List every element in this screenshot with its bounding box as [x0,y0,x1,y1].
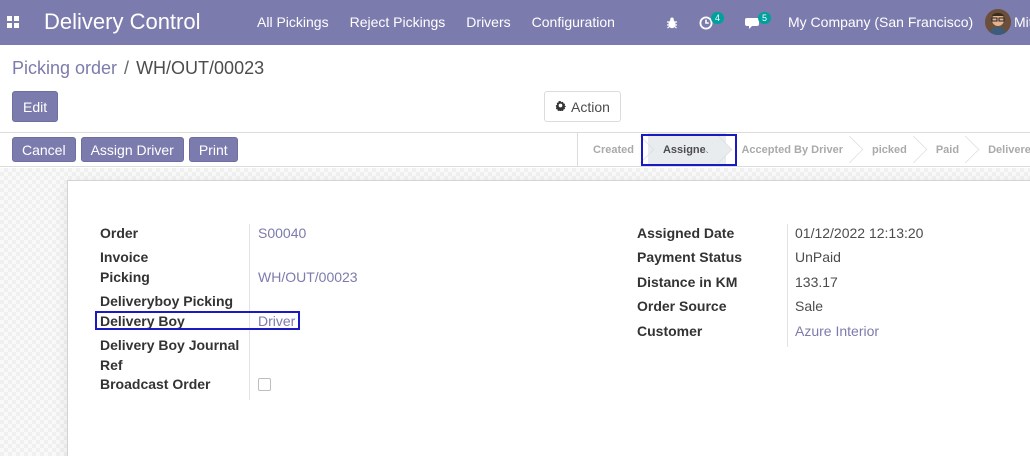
company-switcher[interactable]: My Company (San Francisco) [788,14,973,30]
distance-value: 133.17 [795,274,838,290]
picking-value-link[interactable]: WH/OUT/00023 [258,269,358,285]
distance-label: Distance in KM [637,274,738,290]
stage-picked[interactable]: picked [857,133,921,166]
stage-assigned[interactable]: Assigned [647,133,727,166]
message-count-badge: 5 [758,12,772,24]
order-label: Order [100,225,139,241]
menu-reject-pickings[interactable]: Reject Pickings [350,14,446,30]
messages-chat-icon[interactable] [745,0,761,45]
status-stages: Created Assigned Accepted By Driver pick… [577,133,1030,166]
activity-count-badge: 4 [711,12,725,24]
cancel-button[interactable]: Cancel [12,137,76,162]
debug-bug-icon[interactable] [665,0,679,45]
delivery-boy-label: Delivery Boy [100,313,185,329]
customer-label: Customer [637,323,703,339]
main-menu: All Pickings Reject Pickings Drivers Con… [257,14,636,30]
delivery-boy-value-link[interactable]: Driver [258,313,295,329]
order-source-value: Sale [795,298,824,314]
payment-status-label: Payment Status [637,249,743,265]
picking-label: Picking [100,269,150,285]
menu-configuration[interactable]: Configuration [532,14,615,30]
apps-menu-icon[interactable] [7,16,19,28]
top-navbar: Delivery Control All Pickings Reject Pic… [0,0,1030,45]
assign-driver-button[interactable]: Assign Driver [80,137,184,162]
activity-clock-icon[interactable] [699,0,713,45]
print-button[interactable]: Print [188,137,238,162]
payment-status-value: UnPaid [795,249,841,265]
stage-accepted-by-driver[interactable]: Accepted By Driver [726,133,857,166]
app-brand[interactable]: Delivery Control [44,9,201,35]
order-value-link[interactable]: S00040 [258,225,306,241]
form-sheet [67,180,1030,456]
edit-button[interactable]: Edit [12,91,59,122]
breadcrumb-current: WH/OUT/00023 [136,58,265,78]
journal-label: Delivery Boy Journal [100,337,240,353]
journal-label-ref: Ref [100,357,123,373]
header-buttons: Cancel Assign Driver Print [12,137,243,162]
action-label: Action [571,98,610,115]
right-group-divider [787,224,788,347]
stage-created[interactable]: Created [578,133,648,166]
menu-all-pickings[interactable]: All Pickings [257,14,329,30]
user-avatar[interactable] [985,9,1011,35]
form-statusbar: Cancel Assign Driver Print Created Assig… [0,132,1030,167]
broadcast-order-label: Broadcast Order [100,376,211,392]
user-menu[interactable]: Mit [1014,14,1030,30]
stage-paid[interactable]: Paid [921,133,973,166]
stage-delivered[interactable]: Delivered [973,133,1030,166]
left-group-divider [249,224,250,400]
invoice-label: Invoice [100,249,149,265]
breadcrumb-separator: / [124,58,130,78]
action-dropdown-button[interactable]: Action [544,91,621,122]
breadcrumb: Picking order / WH/OUT/00023 [12,58,264,79]
deliveryboy-picking-label: Deliveryboy Picking [100,293,234,309]
order-source-label: Order Source [637,298,727,314]
gear-icon [555,99,567,114]
assigned-date-label: Assigned Date [637,225,735,241]
broadcast-order-checkbox[interactable] [258,378,271,391]
menu-drivers[interactable]: Drivers [466,14,510,30]
breadcrumb-parent[interactable]: Picking order [12,58,117,79]
assigned-date-value: 01/12/2022 12:13:20 [795,225,924,241]
customer-value-link[interactable]: Azure Interior [795,323,879,339]
